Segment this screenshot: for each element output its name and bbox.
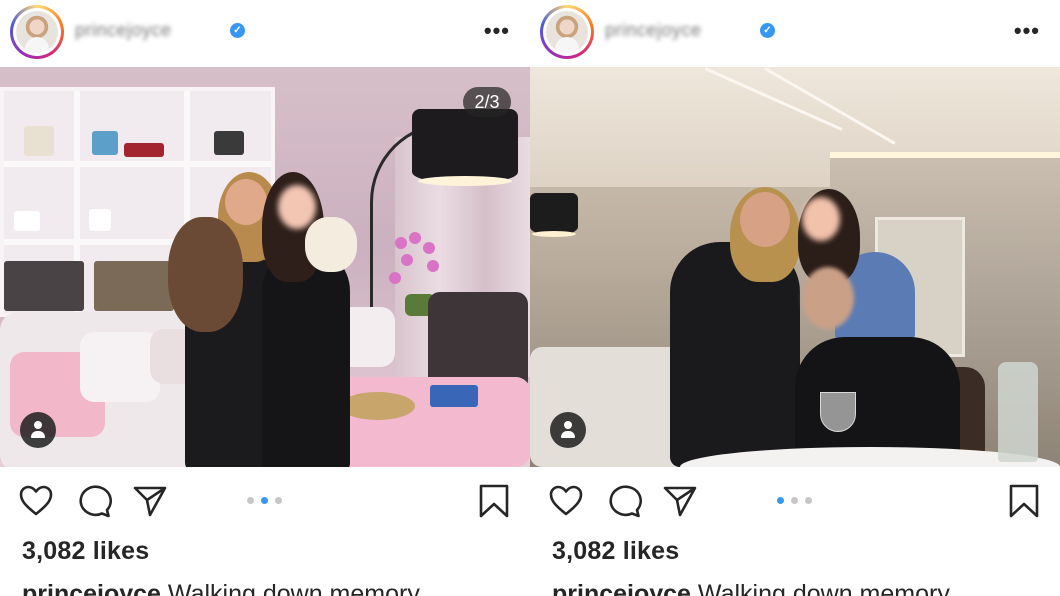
photo-tray	[340, 392, 415, 420]
profile-avatar[interactable]	[540, 5, 594, 59]
heart-icon[interactable]	[18, 483, 54, 519]
comment-icon[interactable]	[606, 483, 642, 519]
carousel-dot	[247, 497, 254, 504]
post-photo[interactable]: 2/3	[0, 67, 530, 467]
caption-text: Walking down memory	[160, 580, 420, 596]
photo-face	[225, 179, 267, 225]
caption-username[interactable]: princejoyce	[552, 580, 691, 596]
photo-lamp	[530, 193, 578, 237]
photo-wine-bottle	[998, 362, 1038, 462]
carousel-indicator	[247, 497, 287, 505]
post-photo[interactable]	[530, 67, 1060, 467]
instagram-post-1: princejoyce ✓ ••• 2/3 3,082 likes prince…	[0, 0, 530, 596]
post-caption: princejoyce Walking down memory	[552, 580, 950, 596]
photo-face	[740, 192, 790, 247]
avatar-image	[546, 11, 588, 53]
user-tag-icon[interactable]	[550, 412, 586, 448]
user-tag-icon[interactable]	[20, 412, 56, 448]
verified-badge-icon: ✓	[760, 23, 775, 38]
avatar-border	[13, 8, 61, 56]
carousel-dot	[275, 497, 282, 504]
photo-face	[802, 267, 854, 329]
photo-pillow	[80, 332, 160, 402]
bookmark-icon[interactable]	[1006, 483, 1042, 519]
caption-text: Walking down memory	[690, 580, 950, 596]
carousel-dot-active	[777, 497, 784, 504]
more-options-icon[interactable]: •••	[1014, 18, 1040, 44]
likes-count[interactable]: 3,082 likes	[22, 537, 149, 566]
carousel-indicator	[777, 497, 817, 505]
more-options-icon[interactable]: •••	[484, 18, 510, 44]
photo-lamp	[412, 109, 518, 186]
username[interactable]: princejoyce	[605, 20, 753, 42]
profile-avatar[interactable]	[10, 5, 64, 59]
verified-badge-icon: ✓	[230, 23, 245, 38]
post-actions	[0, 467, 530, 537]
photo-face	[802, 197, 840, 241]
carousel-counter: 2/3	[463, 87, 511, 117]
comment-icon[interactable]	[76, 483, 112, 519]
likes-count[interactable]: 3,082 likes	[552, 537, 679, 566]
bookmark-icon[interactable]	[476, 483, 512, 519]
carousel-dot	[791, 497, 798, 504]
photo-wine-glass	[820, 392, 856, 432]
avatar-border	[543, 8, 591, 56]
photo-sofa	[530, 347, 690, 467]
photo-dog	[305, 217, 357, 272]
send-icon[interactable]	[662, 483, 698, 519]
avatar-image	[16, 11, 58, 53]
post-header: princejoyce ✓ •••	[0, 0, 530, 67]
photo-face	[278, 185, 316, 229]
username[interactable]: princejoyce	[75, 20, 223, 42]
carousel-dot	[805, 497, 812, 504]
heart-icon[interactable]	[548, 483, 584, 519]
instagram-post-2: princejoyce ✓ ••• 3,082 likes princejoyc…	[530, 0, 1060, 596]
carousel-dot-active	[261, 497, 268, 504]
caption-username[interactable]: princejoyce	[22, 580, 161, 596]
photo-dog	[168, 217, 243, 332]
photo-tissue-box	[430, 385, 478, 407]
post-actions	[530, 467, 1060, 537]
send-icon[interactable]	[132, 483, 168, 519]
post-caption: princejoyce Walking down memory	[22, 580, 420, 596]
post-header: princejoyce ✓ •••	[530, 0, 1060, 67]
